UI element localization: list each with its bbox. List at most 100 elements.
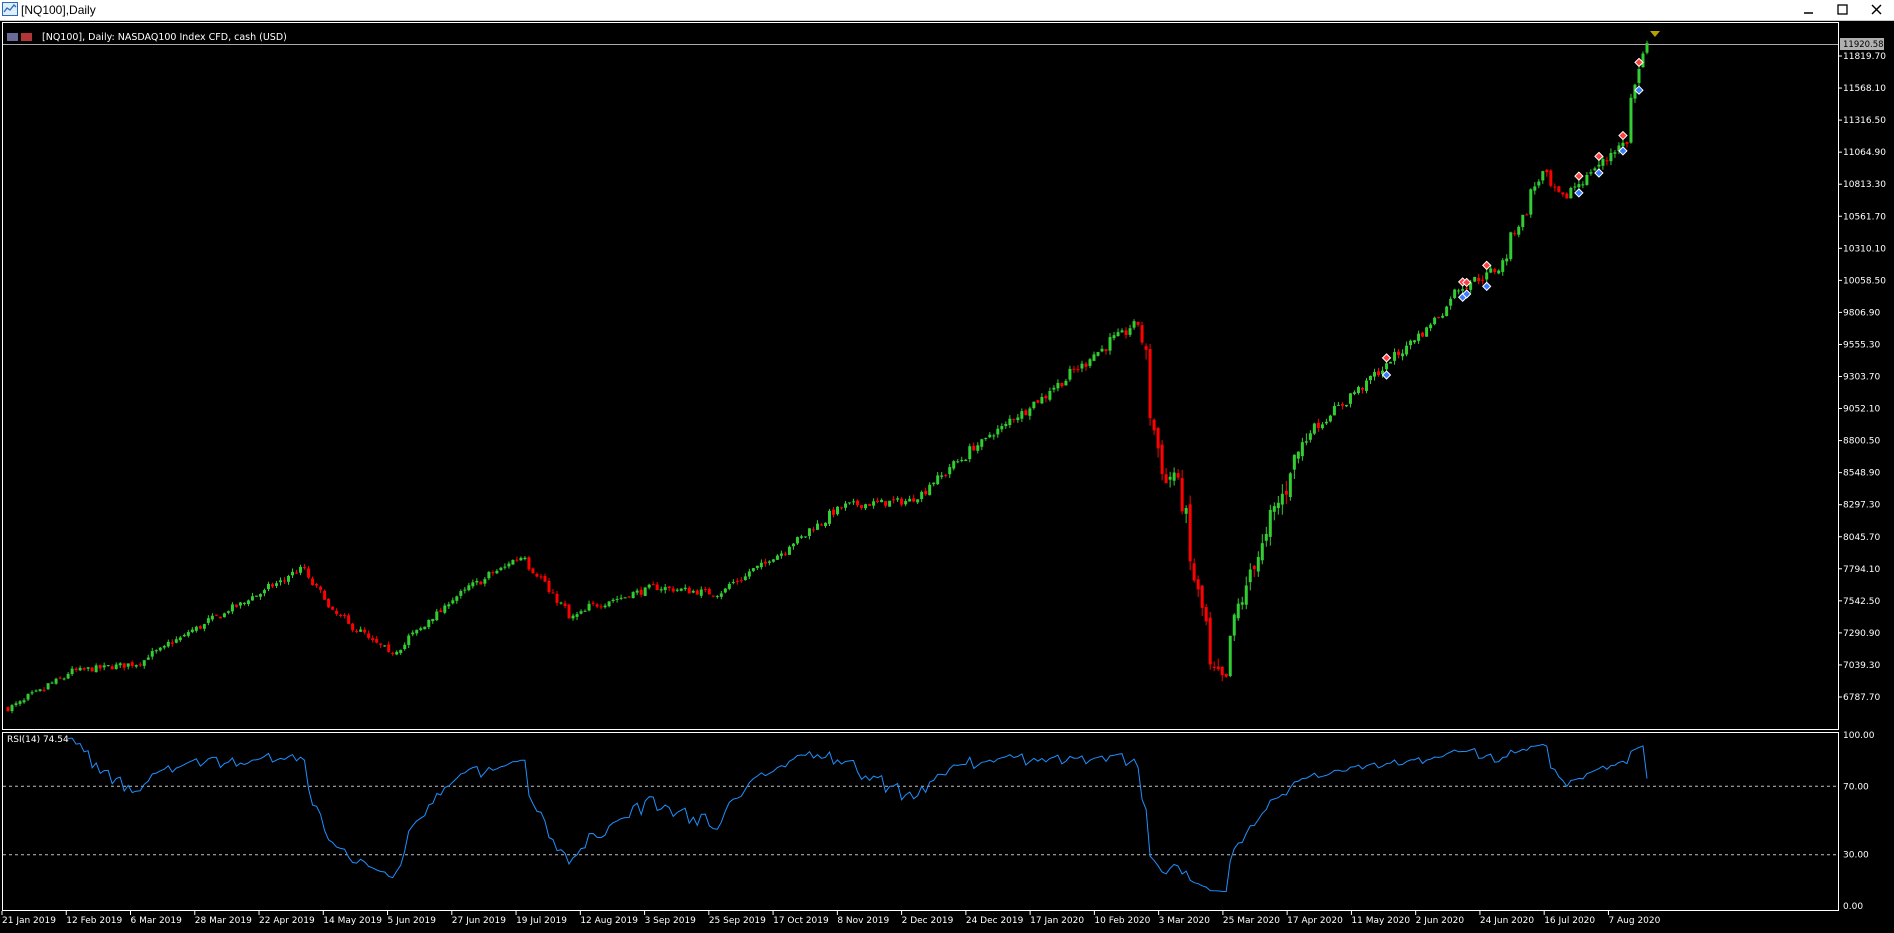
candle-body (202, 624, 206, 629)
price-chart-svg[interactable]: [NQ100], Daily: NASDAQ100 Index CFD, cas… (0, 21, 1894, 933)
candle-body (1304, 441, 1308, 443)
candle-body (1561, 192, 1565, 195)
candle-body (66, 673, 70, 679)
candle-body (1244, 585, 1248, 605)
candle-body (527, 557, 531, 570)
candle-body (1096, 352, 1100, 356)
chart-area[interactable]: [NQ100], Daily: NASDAQ100 Index CFD, cas… (0, 21, 1894, 933)
candle-body (1156, 428, 1160, 449)
candle-body (287, 575, 291, 582)
candle-body (74, 668, 78, 671)
date-tick-label: 22 Apr 2019 (259, 916, 315, 926)
candle-body (1521, 214, 1525, 227)
candle-body (811, 529, 815, 531)
candle-body (615, 598, 619, 600)
candle-body (230, 604, 234, 612)
candle-body (98, 665, 102, 669)
current-price-label: 11920.58 (1843, 40, 1884, 50)
candle-body (371, 638, 375, 640)
candle-body (407, 635, 411, 645)
date-tick-label: 2 Jun 2020 (1416, 916, 1465, 926)
rsi-line (68, 737, 1648, 893)
price-tick-label: 11819.70 (1843, 52, 1886, 62)
candle-body (1641, 53, 1645, 68)
candle-body (1044, 395, 1048, 399)
candle-body (70, 668, 74, 675)
date-tick-label: 11 May 2020 (1351, 916, 1410, 926)
candle-body (1425, 327, 1429, 337)
candle-body (1072, 368, 1076, 370)
candle-body (1637, 69, 1641, 83)
candle-body (1104, 349, 1108, 351)
window-title: [NQ100],Daily (21, 3, 96, 17)
date-tick-label: 17 Oct 2019 (773, 916, 829, 926)
candle-body (783, 553, 787, 555)
candle-body (1068, 368, 1072, 380)
candle-body (988, 434, 992, 438)
candle-body (443, 605, 447, 613)
candle-body (1569, 187, 1573, 199)
candle-body (643, 587, 647, 596)
candle-body (1308, 433, 1312, 440)
candle-body (90, 667, 94, 672)
candle-body (1168, 476, 1172, 480)
candle-body (639, 589, 643, 595)
candle-body (1421, 332, 1425, 337)
candle-body (832, 509, 836, 515)
chart-flag-icon (21, 33, 32, 41)
candle-body (447, 604, 451, 607)
candle-body (1645, 43, 1649, 53)
candle-body (178, 637, 182, 641)
trade-markers-layer (1381, 57, 1644, 380)
candle-body (747, 571, 751, 577)
candle-body (158, 647, 162, 651)
rsi-label: RSI(14) 74.54 (7, 735, 69, 745)
candle-body (739, 580, 743, 582)
candle-body (395, 651, 399, 655)
candle-body (1537, 181, 1541, 186)
candle-body (1629, 97, 1633, 143)
candle-body (1517, 226, 1521, 235)
candle-body (1489, 268, 1493, 273)
price-tick-label: 9303.70 (1843, 373, 1880, 383)
candle-body (1296, 451, 1300, 459)
candle-body (856, 500, 860, 506)
candle-body (603, 605, 607, 608)
date-tick-label: 7 Aug 2020 (1608, 916, 1660, 926)
candle-body (519, 557, 523, 561)
candle-body (435, 611, 439, 621)
candle-body (1509, 232, 1513, 260)
close-icon[interactable] (1860, 0, 1894, 20)
candle-body (1064, 380, 1068, 386)
candle-body (695, 590, 699, 595)
candle-body (363, 629, 367, 633)
candle-body (1389, 361, 1393, 364)
candle-body (723, 588, 727, 593)
candle-body (1276, 502, 1280, 509)
candle-body (291, 571, 295, 576)
candle-body (1457, 290, 1461, 292)
candle-body (1092, 354, 1096, 361)
candle-body (1417, 333, 1421, 341)
candle-body (1328, 415, 1332, 422)
candle-body (611, 599, 615, 602)
candle-body (1252, 565, 1256, 570)
candle-body (1048, 390, 1052, 400)
candle-body (122, 663, 126, 668)
chart-header: [NQ100], Daily: NASDAQ100 Index CFD, cas… (42, 32, 287, 43)
candle-body (130, 662, 134, 666)
candle-body (884, 501, 888, 506)
candle-body (523, 557, 527, 560)
candle-body (1397, 351, 1401, 355)
candle-body (1613, 152, 1617, 154)
candle-body (707, 588, 711, 595)
candle-body (551, 592, 555, 594)
maximize-icon[interactable] (1826, 0, 1860, 20)
candle-body (1204, 607, 1208, 622)
candle-body (1300, 442, 1304, 457)
candle-body (840, 507, 844, 509)
minimize-icon[interactable] (1792, 0, 1826, 20)
candle-body (1260, 543, 1264, 561)
candle-body (936, 475, 940, 485)
candle-body (1360, 388, 1364, 390)
